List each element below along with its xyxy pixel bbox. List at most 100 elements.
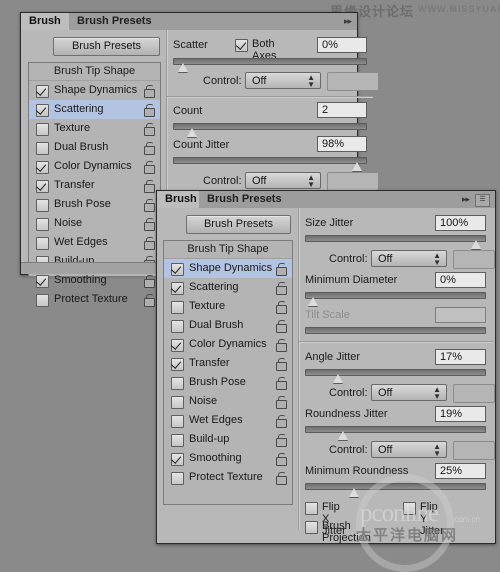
panel2-list-item-checkbox[interactable] xyxy=(171,282,184,295)
flip-x-jitter-checkbox[interactable] xyxy=(305,502,318,515)
panel1-list-item-checkbox[interactable] xyxy=(36,104,49,117)
panel1-list-item-checkbox[interactable] xyxy=(36,85,49,98)
panel1-list-item[interactable]: Shape Dynamics xyxy=(29,81,160,100)
panel1-list-item[interactable]: Dual Brush xyxy=(29,138,160,157)
unlocked-icon[interactable] xyxy=(276,320,287,333)
both-axes-checkbox[interactable] xyxy=(235,39,248,52)
panel2-control1-dropdown[interactable]: Off ▲ ▼ xyxy=(371,250,447,267)
panel1-list-item[interactable]: Color Dynamics xyxy=(29,157,160,176)
unlocked-icon[interactable] xyxy=(144,294,155,307)
panel1-list-item-checkbox[interactable] xyxy=(36,237,49,250)
panel2-list-item-checkbox[interactable] xyxy=(171,377,184,390)
unlocked-icon[interactable] xyxy=(276,472,287,485)
panel2-list-item[interactable]: Protect Texture xyxy=(164,468,292,487)
unlocked-icon[interactable] xyxy=(144,275,155,288)
panel2-list-item[interactable]: Smoothing xyxy=(164,449,292,468)
panel2-list-item[interactable]: Dual Brush xyxy=(164,316,292,335)
roundness-jitter-slider[interactable] xyxy=(305,426,486,433)
panel-menu-icon[interactable]: ☰ xyxy=(475,194,490,207)
panel2-list-item[interactable]: Color Dynamics xyxy=(164,335,292,354)
count-jitter-value-field[interactable]: 98% xyxy=(317,136,367,152)
unlocked-icon[interactable] xyxy=(144,199,155,212)
panel2-list-item[interactable]: Wet Edges xyxy=(164,411,292,430)
panel1-list-item-checkbox[interactable] xyxy=(36,180,49,193)
panel1-list-item[interactable]: Scattering xyxy=(29,100,160,119)
scatter-slider-handle[interactable] xyxy=(178,63,189,72)
panel2-list-item[interactable]: Noise xyxy=(164,392,292,411)
panel1-list-item[interactable]: Texture xyxy=(29,119,160,138)
minimum-diameter-slider[interactable] xyxy=(305,292,486,299)
count-value-field[interactable]: 2 xyxy=(317,102,367,118)
panel1-control2-dropdown[interactable]: Off ▲ ▼ xyxy=(245,172,321,189)
panel1-control1-dropdown[interactable]: Off ▲ ▼ xyxy=(245,72,321,89)
panel2-control2-dropdown[interactable]: Off ▲ ▼ xyxy=(371,384,447,401)
scatter-slider[interactable] xyxy=(173,58,367,65)
panel1-list-item-checkbox[interactable] xyxy=(36,294,49,307)
minimum-diameter-slider-handle[interactable] xyxy=(308,297,319,306)
unlocked-icon[interactable] xyxy=(276,453,287,466)
panel1-list-item-checkbox[interactable] xyxy=(36,161,49,174)
count-jitter-slider-handle[interactable] xyxy=(352,162,363,171)
panel2-list-item-checkbox[interactable] xyxy=(171,434,184,447)
unlocked-icon[interactable] xyxy=(276,282,287,295)
roundness-jitter-slider-handle[interactable] xyxy=(338,431,349,440)
panel1-list-item-checkbox[interactable] xyxy=(36,142,49,155)
panel2-list-item-checkbox[interactable] xyxy=(171,320,184,333)
unlocked-icon[interactable] xyxy=(276,377,287,390)
panel2-list-item-checkbox[interactable] xyxy=(171,358,184,371)
count-slider[interactable] xyxy=(173,123,367,130)
minimum-diameter-value-field[interactable]: 0% xyxy=(435,272,486,288)
panel1-list-item-checkbox[interactable] xyxy=(36,275,49,288)
minimum-roundness-slider-handle[interactable] xyxy=(349,488,360,497)
panel1-list-item[interactable]: Brush Pose xyxy=(29,195,160,214)
panel2-control3-dropdown[interactable]: Off ▲ ▼ xyxy=(371,441,447,458)
unlocked-icon[interactable] xyxy=(144,180,155,193)
double-chevron-right-icon[interactable]: ▸▸ xyxy=(344,16,352,27)
minimum-roundness-slider[interactable] xyxy=(305,483,486,490)
flip-y-jitter-checkbox[interactable] xyxy=(403,502,416,515)
panel2-brush-settings-list[interactable]: Brush Tip Shape Shape Dynamics Scattering… xyxy=(163,240,293,505)
scatter-value-field[interactable]: 0% xyxy=(317,37,367,53)
unlocked-icon[interactable] xyxy=(144,161,155,174)
unlocked-icon[interactable] xyxy=(276,434,287,447)
panel1-list-header-brush-tip-shape[interactable]: Brush Tip Shape xyxy=(29,63,160,81)
panel2-list-item[interactable]: Scattering xyxy=(164,278,292,297)
size-jitter-slider-handle[interactable] xyxy=(471,240,482,249)
panel1-list-item-checkbox[interactable] xyxy=(36,123,49,136)
panel2-list-item-checkbox[interactable] xyxy=(171,415,184,428)
unlocked-icon[interactable] xyxy=(144,85,155,98)
unlocked-icon[interactable] xyxy=(276,358,287,371)
panel2-list-header-brush-tip-shape[interactable]: Brush Tip Shape xyxy=(164,241,292,259)
panel2-list-item[interactable]: Shape Dynamics xyxy=(164,259,292,278)
minimum-roundness-value-field[interactable]: 25% xyxy=(435,463,486,479)
panel2-list-item-checkbox[interactable] xyxy=(171,301,184,314)
panel1-list-item-checkbox[interactable] xyxy=(36,218,49,231)
unlocked-icon[interactable] xyxy=(144,104,155,117)
panel1-brush-presets-button[interactable]: Brush Presets xyxy=(53,37,160,56)
unlocked-icon[interactable] xyxy=(276,301,287,314)
size-jitter-value-field[interactable]: 100% xyxy=(435,215,486,231)
panel2-list-item[interactable]: Texture xyxy=(164,297,292,316)
count-slider-handle[interactable] xyxy=(187,128,198,137)
panel1-list-item[interactable]: Noise xyxy=(29,214,160,233)
angle-jitter-slider[interactable] xyxy=(305,369,486,376)
count-jitter-slider[interactable] xyxy=(173,157,367,164)
panel2-brush-presets-button[interactable]: Brush Presets xyxy=(186,215,291,234)
unlocked-icon[interactable] xyxy=(276,263,287,276)
panel2-list-item-checkbox[interactable] xyxy=(171,453,184,466)
panel2-list-item-checkbox[interactable] xyxy=(171,263,184,276)
unlocked-icon[interactable] xyxy=(144,237,155,250)
panel2-list-item[interactable]: Brush Pose xyxy=(164,373,292,392)
unlocked-icon[interactable] xyxy=(276,339,287,352)
panel1-brush-settings-list[interactable]: Brush Tip Shape Shape Dynamics Scattering… xyxy=(28,62,161,307)
angle-jitter-value-field[interactable]: 17% xyxy=(435,349,486,365)
unlocked-icon[interactable] xyxy=(144,123,155,136)
unlocked-icon[interactable] xyxy=(276,415,287,428)
panel1-list-item[interactable]: Wet Edges xyxy=(29,233,160,252)
panel2-list-item[interactable]: Build-up xyxy=(164,430,292,449)
size-jitter-slider[interactable] xyxy=(305,235,486,242)
double-chevron-right-icon[interactable]: ▸▸ xyxy=(462,194,470,205)
unlocked-icon[interactable] xyxy=(144,142,155,155)
panel1-list-item-checkbox[interactable] xyxy=(36,199,49,212)
panel2-list-item[interactable]: Transfer xyxy=(164,354,292,373)
